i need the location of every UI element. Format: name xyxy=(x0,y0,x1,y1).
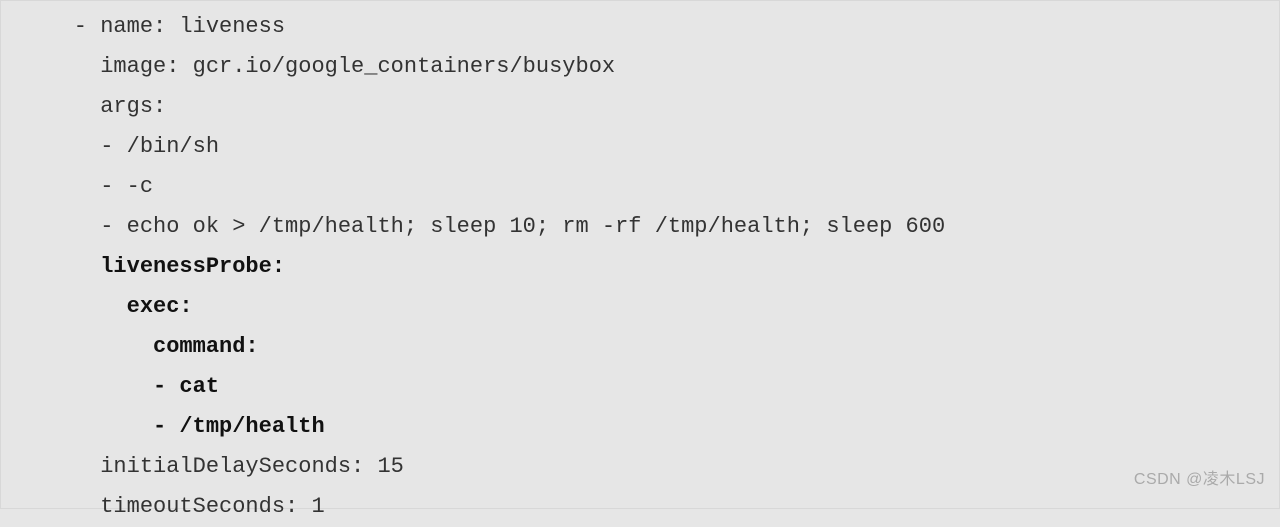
code-line: - name: liveness xyxy=(21,14,285,39)
code-line: - echo ok > /tmp/health; sleep 10; rm -r… xyxy=(21,214,945,239)
watermark: CSDN @凌木LSJ xyxy=(1134,460,1265,500)
code-line-bold: exec: xyxy=(21,294,193,319)
code-line-bold: - cat xyxy=(21,374,219,399)
code-line-bold: command: xyxy=(21,334,259,359)
code-line: timeoutSeconds: 1 xyxy=(21,494,325,519)
code-line: image: gcr.io/google_containers/busybox xyxy=(21,54,615,79)
code-line: - -c xyxy=(21,174,153,199)
code-line-bold: - /tmp/health xyxy=(21,414,325,439)
code-line-bold: livenessProbe: xyxy=(21,254,285,279)
code-line: - /bin/sh xyxy=(21,134,219,159)
code-block: - name: liveness image: gcr.io/google_co… xyxy=(1,1,1279,527)
code-line: initialDelaySeconds: 15 xyxy=(21,454,404,479)
code-line: args: xyxy=(21,94,166,119)
